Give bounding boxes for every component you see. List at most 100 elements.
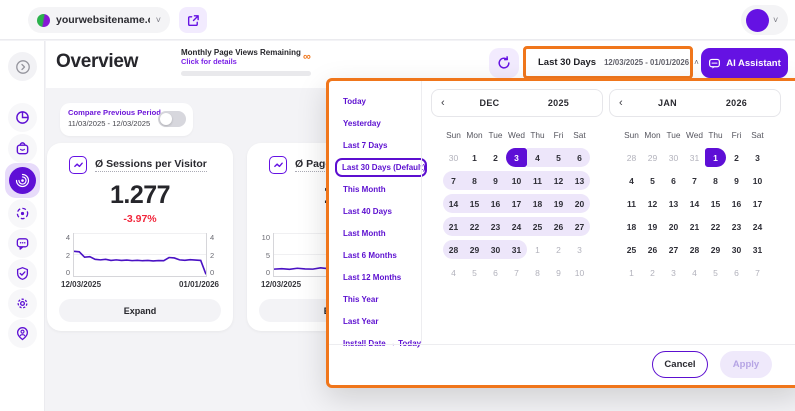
calendar-day[interactable]: 12 bbox=[642, 194, 663, 213]
calendar-day[interactable]: 16 bbox=[726, 194, 747, 213]
calendar-day[interactable]: 20 bbox=[569, 194, 590, 213]
calendar-day[interactable]: 15 bbox=[464, 194, 485, 213]
calendar-day[interactable]: 26 bbox=[642, 240, 663, 259]
calendar-day[interactable]: 13 bbox=[663, 194, 684, 213]
sidebar-item-support[interactable] bbox=[8, 319, 37, 348]
calendar-day[interactable]: 25 bbox=[527, 217, 548, 236]
calendar-day[interactable]: 2 bbox=[548, 240, 569, 259]
preset-this-month[interactable]: This Month bbox=[338, 182, 424, 197]
calendar-day[interactable]: 18 bbox=[527, 194, 548, 213]
calendar-day[interactable]: 3 bbox=[569, 240, 590, 259]
calendar-day[interactable]: 16 bbox=[485, 194, 506, 213]
date-range-button[interactable]: Last 30 Days 12/03/2025 - 01/01/2026 ˄ bbox=[523, 46, 693, 79]
calendar-day[interactable]: 12 bbox=[548, 171, 569, 190]
ai-assistant-button[interactable]: AI Assistant bbox=[701, 48, 788, 78]
calendar-day[interactable]: 7 bbox=[443, 171, 464, 190]
calendar-day[interactable]: 29 bbox=[642, 148, 663, 167]
calendar-day[interactable]: 27 bbox=[569, 217, 590, 236]
sidebar-item-settings[interactable] bbox=[8, 289, 37, 318]
calendar-day[interactable]: 29 bbox=[464, 240, 485, 259]
calendar-day[interactable]: 9 bbox=[726, 171, 747, 190]
preset-last-12-months[interactable]: Last 12 Months bbox=[338, 270, 424, 285]
calendar-day[interactable]: 7 bbox=[506, 263, 527, 282]
calendar-day[interactable]: 20 bbox=[663, 217, 684, 236]
sidebar-item-dashboard[interactable] bbox=[8, 103, 37, 132]
calendar-day[interactable]: 28 bbox=[443, 240, 464, 259]
calendar-day[interactable]: 24 bbox=[747, 217, 768, 236]
calendar-year-select[interactable]: 2026 bbox=[702, 98, 771, 108]
calendar-day[interactable]: 26 bbox=[548, 217, 569, 236]
calendar-day[interactable]: 10 bbox=[506, 171, 527, 190]
calendar-day[interactable]: 22 bbox=[705, 217, 726, 236]
calendar-day[interactable]: 1 bbox=[621, 263, 642, 282]
calendar-day[interactable]: 17 bbox=[747, 194, 768, 213]
calendar-day[interactable]: 4 bbox=[527, 148, 548, 167]
calendar-day[interactable]: 2 bbox=[726, 148, 747, 167]
calendar-day[interactable]: 6 bbox=[569, 148, 590, 167]
calendar-day[interactable]: 3 bbox=[663, 263, 684, 282]
expand-button[interactable]: Expand bbox=[59, 299, 221, 322]
calendar-day[interactable]: 19 bbox=[642, 217, 663, 236]
calendar-day[interactable]: 1 bbox=[527, 240, 548, 259]
calendar-day[interactable]: 24 bbox=[506, 217, 527, 236]
calendar-day[interactable]: 10 bbox=[747, 171, 768, 190]
chevron-left-icon[interactable]: ‹ bbox=[441, 97, 455, 109]
calendar-day[interactable]: 5 bbox=[705, 263, 726, 282]
cancel-button[interactable]: Cancel bbox=[652, 351, 708, 378]
preset-last-year[interactable]: Last Year bbox=[338, 314, 424, 329]
apply-button[interactable]: Apply bbox=[720, 351, 772, 378]
sidebar-item-behaviour[interactable] bbox=[8, 199, 37, 228]
calendar-day[interactable]: 6 bbox=[485, 263, 506, 282]
calendar-day[interactable]: 31 bbox=[684, 148, 705, 167]
compare-toggle[interactable] bbox=[158, 111, 186, 127]
calendar-day[interactable]: 5 bbox=[642, 171, 663, 190]
calendar-day[interactable]: 18 bbox=[621, 217, 642, 236]
refresh-button[interactable] bbox=[489, 48, 519, 78]
calendar-day[interactable]: 19 bbox=[548, 194, 569, 213]
calendar-day[interactable]: 3 bbox=[747, 148, 768, 167]
calendar-day[interactable]: 17 bbox=[506, 194, 527, 213]
calendar-day[interactable]: 22 bbox=[464, 217, 485, 236]
calendar-day[interactable]: 1 bbox=[705, 148, 726, 167]
calendar-day[interactable]: 30 bbox=[443, 148, 464, 167]
calendar-day[interactable]: 8 bbox=[705, 171, 726, 190]
calendar-day[interactable]: 30 bbox=[485, 240, 506, 259]
calendar-day[interactable]: 8 bbox=[527, 263, 548, 282]
sidebar-item-visitor-insights-active[interactable] bbox=[5, 163, 40, 198]
calendar-day[interactable]: 21 bbox=[443, 217, 464, 236]
calendar-year-select[interactable]: 2025 bbox=[524, 98, 593, 108]
calendar-day[interactable]: 28 bbox=[621, 148, 642, 167]
calendar-day[interactable]: 14 bbox=[443, 194, 464, 213]
calendar-day[interactable]: 23 bbox=[726, 217, 747, 236]
calendar-day[interactable]: 15 bbox=[705, 194, 726, 213]
calendar-day[interactable]: 4 bbox=[684, 263, 705, 282]
calendar-day[interactable]: 7 bbox=[684, 171, 705, 190]
calendar-day[interactable]: 9 bbox=[548, 263, 569, 282]
calendar-day[interactable]: 5 bbox=[464, 263, 485, 282]
calendar-month-select[interactable]: JAN bbox=[633, 98, 702, 108]
calendar-day[interactable]: 13 bbox=[569, 171, 590, 190]
chevron-left-icon[interactable]: ‹ bbox=[619, 97, 633, 109]
sidebar-item-expand[interactable] bbox=[8, 52, 37, 81]
sidebar-item-ecommerce[interactable] bbox=[8, 134, 37, 163]
calendar-day[interactable]: 21 bbox=[684, 217, 705, 236]
calendar-day[interactable]: 10 bbox=[569, 263, 590, 282]
open-website-button[interactable] bbox=[179, 7, 207, 33]
calendar-day[interactable]: 4 bbox=[443, 263, 464, 282]
calendar-day[interactable]: 23 bbox=[485, 217, 506, 236]
calendar-day[interactable]: 3 bbox=[506, 148, 527, 167]
preset-last-month[interactable]: Last Month bbox=[338, 226, 424, 241]
calendar-day[interactable]: 8 bbox=[464, 171, 485, 190]
calendar-day[interactable]: 6 bbox=[726, 263, 747, 282]
quota-details-link[interactable]: Click for details bbox=[181, 57, 311, 66]
preset-last-30-days-default-[interactable]: Last 30 Days (Default) bbox=[335, 158, 427, 177]
calendar-day[interactable]: 9 bbox=[485, 171, 506, 190]
calendar-day[interactable]: 11 bbox=[621, 194, 642, 213]
calendar-day[interactable]: 6 bbox=[663, 171, 684, 190]
calendar-day[interactable]: 29 bbox=[705, 240, 726, 259]
sidebar-item-privacy[interactable] bbox=[8, 259, 37, 288]
preset-this-year[interactable]: This Year bbox=[338, 292, 424, 307]
calendar-day[interactable]: 27 bbox=[663, 240, 684, 259]
preset-last-6-months[interactable]: Last 6 Months bbox=[338, 248, 424, 263]
calendar-day[interactable]: 5 bbox=[548, 148, 569, 167]
